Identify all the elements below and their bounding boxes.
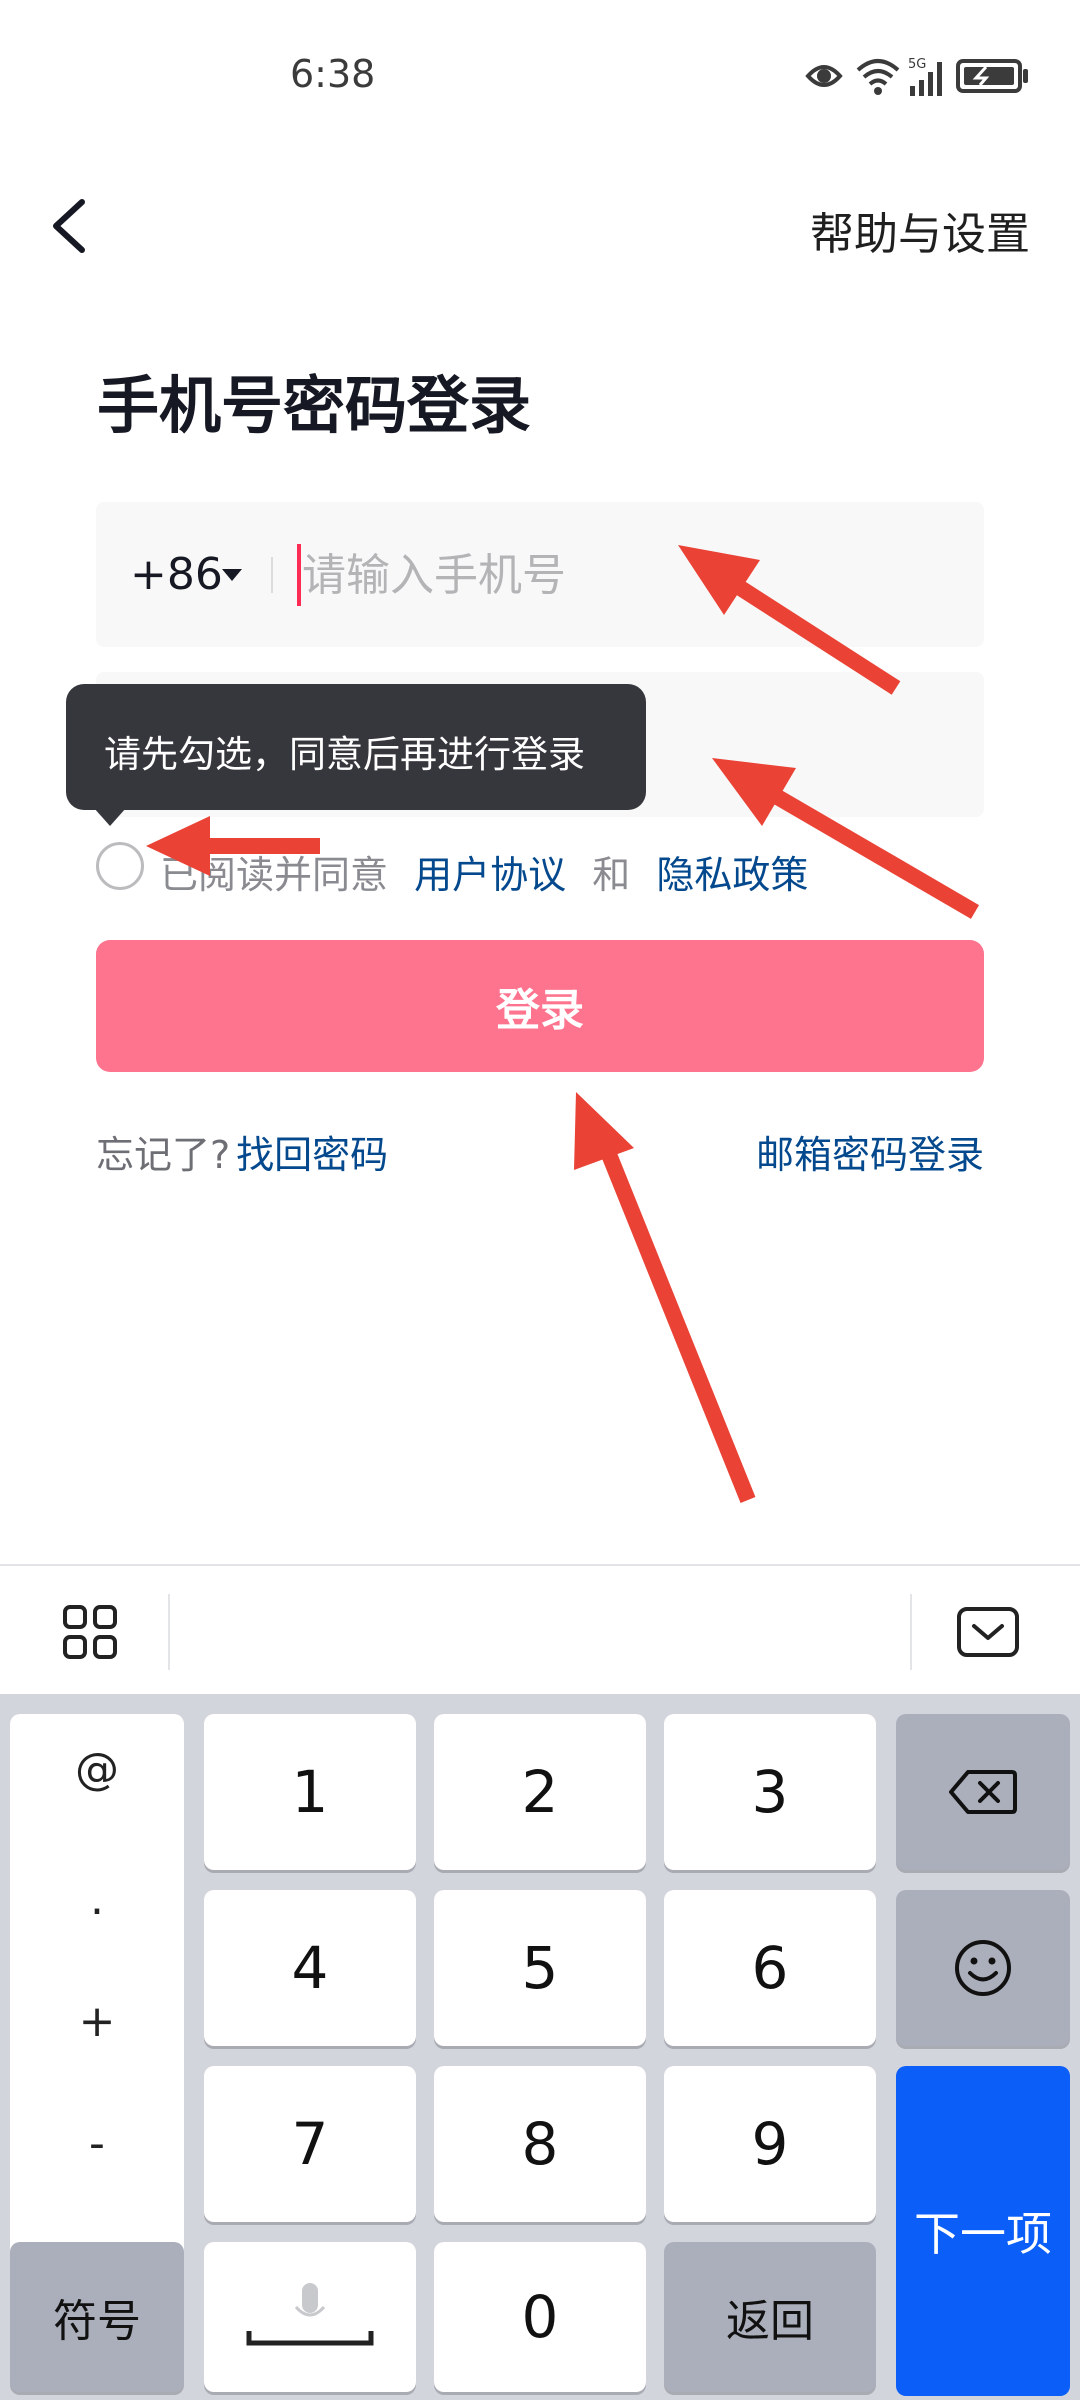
next-key[interactable]: 下一项 xyxy=(896,2066,1070,2396)
key-4[interactable]: 4 xyxy=(204,1890,416,2046)
network-type-label: 5G xyxy=(908,57,926,72)
symbols-key[interactable]: 符号 xyxy=(10,2242,184,2392)
key-6[interactable]: 6 xyxy=(664,1890,876,2046)
caret-down-icon[interactable] xyxy=(222,569,242,581)
keyboard-hide-icon[interactable] xyxy=(956,1606,1020,1658)
backspace-icon xyxy=(949,1770,1017,1814)
key-plus[interactable]: + xyxy=(10,1996,184,2047)
back-button[interactable] xyxy=(40,190,100,260)
wifi-icon xyxy=(856,59,900,95)
backspace-key[interactable] xyxy=(896,1714,1070,1870)
eye-icon xyxy=(805,65,843,87)
agreement-text: 已阅读并同意 用户协议 和 隐私政策 xyxy=(160,844,808,899)
forgot-prefix: 忘记了? xyxy=(96,1133,231,1177)
key-minus[interactable]: - xyxy=(10,2118,184,2169)
key-0[interactable]: 0 xyxy=(434,2242,646,2392)
agreement-tooltip: 请先勾选，同意后再进行登录 xyxy=(66,684,646,810)
battery-icon xyxy=(956,59,1028,93)
text-cursor xyxy=(297,544,301,606)
phone-field: +86 xyxy=(96,502,984,647)
user-agreement-link[interactable]: 用户协议 xyxy=(414,853,566,897)
toolbar-divider xyxy=(168,1594,170,1670)
phone-input[interactable] xyxy=(302,542,942,608)
key-9[interactable]: 9 xyxy=(664,2066,876,2222)
key-7[interactable]: 7 xyxy=(204,2066,416,2222)
privacy-policy-link[interactable]: 隐私政策 xyxy=(656,853,808,897)
key-dot[interactable]: . xyxy=(10,1874,184,1925)
agreement-row: 已阅读并同意 用户协议 和 隐私政策 xyxy=(96,842,996,897)
voice-key[interactable] xyxy=(204,2242,416,2392)
key-3[interactable]: 3 xyxy=(664,1714,876,1870)
tooltip-text: 请先勾选，同意后再进行登录 xyxy=(104,733,585,776)
country-code-selector[interactable]: +86 xyxy=(130,549,223,600)
email-login-link[interactable]: 邮箱密码登录 xyxy=(756,1124,984,1179)
page-title: 手机号密码登录 xyxy=(97,369,532,442)
numeric-keyboard: @ . + - 1 2 3 4 5 6 7 8 9 下一项 符号 0 返回 xyxy=(0,1694,1080,2400)
key-5[interactable]: 5 xyxy=(434,1890,646,2046)
return-key[interactable]: 返回 xyxy=(664,2242,876,2392)
tooltip-tail xyxy=(94,808,126,826)
agreement-checkbox[interactable] xyxy=(96,842,144,890)
key-1[interactable]: 1 xyxy=(204,1714,416,1870)
key-at[interactable]: @ xyxy=(10,1744,184,1795)
keyboard-toolbar xyxy=(0,1564,1080,1694)
emoji-icon xyxy=(955,1940,1011,1996)
field-divider xyxy=(271,557,273,593)
agreement-and: 和 xyxy=(592,853,631,897)
key-8[interactable]: 8 xyxy=(434,2066,646,2222)
help-settings-link[interactable]: 帮助与设置 xyxy=(810,198,1030,262)
toolbar-divider xyxy=(910,1594,912,1670)
status-time: 6:38 xyxy=(290,52,376,96)
recover-password-link[interactable]: 找回密码 xyxy=(236,1133,388,1177)
microphone-icon xyxy=(246,2283,374,2346)
grid-icon[interactable] xyxy=(62,1604,118,1660)
key-2[interactable]: 2 xyxy=(434,1714,646,1870)
symbol-column: @ . + - xyxy=(10,1714,184,2302)
chevron-left-icon xyxy=(53,199,85,253)
agreement-prefix: 已阅读并同意 xyxy=(160,853,389,897)
emoji-key[interactable] xyxy=(896,1890,1070,2046)
forgot-password-row: 忘记了? 找回密码 xyxy=(96,1124,388,1179)
login-button[interactable]: 登录 xyxy=(96,940,984,1072)
status-icons: 5G xyxy=(805,57,1028,96)
status-bar: 6:38 5G xyxy=(0,0,1080,160)
